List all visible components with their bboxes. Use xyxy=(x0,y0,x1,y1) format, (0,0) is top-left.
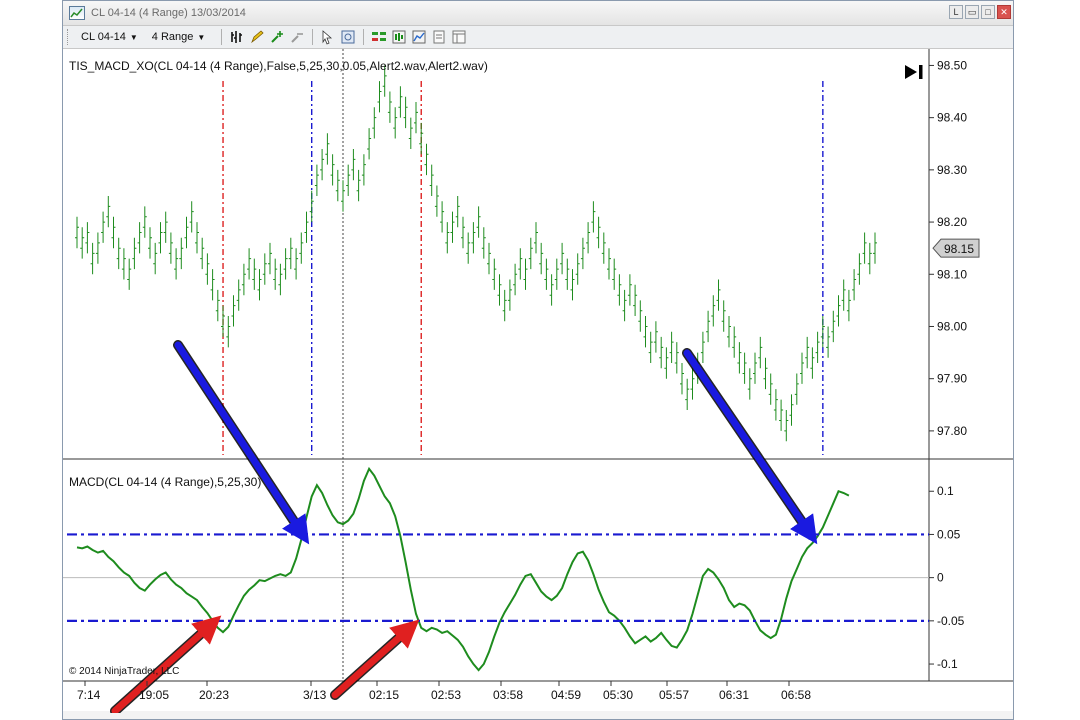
chart-area[interactable]: 98.50 98.40 98.30 98.20 98.10 98.00 97.90 97.80… xyxy=(63,49,1013,713)
window-controls: L ▭ □ ✕ xyxy=(949,5,1011,19)
maximize-button[interactable]: □ xyxy=(981,5,995,19)
crosshair-icon[interactable] xyxy=(340,29,356,45)
chart-canvas[interactable]: 98.50 98.40 98.30 98.20 98.10 98.00 97.90 97.80… xyxy=(63,49,1013,713)
price-tick-label: 97.80 xyxy=(937,424,967,438)
strategy-icon[interactable] xyxy=(391,29,407,45)
toolbar-grip[interactable] xyxy=(67,29,72,45)
title-bar[interactable]: CL 04-14 (4 Range) 13/03/2014 L ▭ □ ✕ xyxy=(63,1,1013,26)
last-price-marker: 98.15 xyxy=(932,238,980,258)
annotation-arrow-red xyxy=(331,619,420,699)
price-tick-label: 98.20 xyxy=(937,215,967,229)
cursor-icon[interactable] xyxy=(320,29,336,45)
toolbar-separator xyxy=(221,29,223,45)
last-price-label: 98.15 xyxy=(944,242,974,256)
bar-type-icon[interactable] xyxy=(229,29,245,45)
zoom-in-icon[interactable] xyxy=(269,29,285,45)
chart-toolbar: CL 04-14 ▼ 4 Range ▼ xyxy=(63,26,1013,49)
scroll-to-end-button[interactable] xyxy=(905,65,923,79)
time-tick-label: 3/13 xyxy=(303,688,327,702)
macd-indicator-label: MACD(CL 04-14 (4 Range),5,25,30) xyxy=(69,475,261,489)
price-tick-label: 98.40 xyxy=(937,111,967,125)
time-tick-label: 02:15 xyxy=(369,688,399,702)
time-tick-label: 04:59 xyxy=(551,688,581,702)
macd-tick-label: -0.1 xyxy=(937,657,958,671)
properties-icon[interactable] xyxy=(431,29,447,45)
macd-tick-label: -0.05 xyxy=(937,614,965,628)
macd-tick-label: 0.1 xyxy=(937,484,954,498)
price-bars xyxy=(75,65,877,442)
price-tick-label: 98.10 xyxy=(937,267,967,281)
time-tick-label: 19:05 xyxy=(139,688,169,702)
play-icon xyxy=(905,65,917,79)
time-tick-label: 06:58 xyxy=(781,688,811,702)
data-box-icon[interactable] xyxy=(451,29,467,45)
close-button[interactable]: ✕ xyxy=(997,5,1011,19)
time-tick-label: 20:23 xyxy=(199,688,229,702)
annotation-arrow-blue xyxy=(683,349,818,545)
chevron-down-icon: ▼ xyxy=(197,32,206,42)
time-tick-label: 03:58 xyxy=(493,688,523,702)
chart-app-icon xyxy=(69,6,85,20)
window-title: CL 04-14 (4 Range) 13/03/2014 xyxy=(91,7,246,19)
time-tick-label: 05:30 xyxy=(603,688,633,702)
interval-label: 4 Range xyxy=(151,31,194,43)
order-entry-icon[interactable] xyxy=(371,29,387,45)
interval-dropdown[interactable]: 4 Range ▼ xyxy=(149,29,209,45)
toolbar-separator xyxy=(363,29,365,45)
minimize-button[interactable]: ▭ xyxy=(965,5,979,19)
chart-window: CL 04-14 (4 Range) 13/03/2014 L ▭ □ ✕ CL… xyxy=(62,0,1014,720)
macd-tick-label: 0.05 xyxy=(937,527,961,541)
price-tick-label: 98.30 xyxy=(937,163,967,177)
end-bar-icon xyxy=(919,65,923,79)
instrument-dropdown[interactable]: CL 04-14 ▼ xyxy=(78,29,141,45)
indicators-icon[interactable] xyxy=(411,29,427,45)
link-button[interactable]: L xyxy=(949,5,963,19)
chevron-down-icon: ▼ xyxy=(129,32,138,42)
price-indicator-label: TIS_MACD_XO(CL 04-14 (4 Range),False,5,2… xyxy=(69,59,488,73)
annotation-arrow-blue xyxy=(174,341,310,545)
time-tick-label: 7:14 xyxy=(77,688,101,702)
drawing-pencil-icon[interactable] xyxy=(249,29,265,45)
toolbar-separator xyxy=(312,29,314,45)
zoom-out-icon[interactable] xyxy=(289,29,305,45)
copyright-text: © 2014 NinjaTrader, LLC xyxy=(69,666,179,677)
price-tick-label: 98.00 xyxy=(937,319,967,333)
time-tick-label: 06:31 xyxy=(719,688,749,702)
time-tick-label: 02:53 xyxy=(431,688,461,702)
time-tick-label: 05:57 xyxy=(659,688,689,702)
price-tick-label: 97.90 xyxy=(937,372,967,386)
price-tick-label: 98.50 xyxy=(937,58,967,72)
macd-tick-label: 0 xyxy=(937,571,944,585)
instrument-label: CL 04-14 xyxy=(81,31,126,43)
